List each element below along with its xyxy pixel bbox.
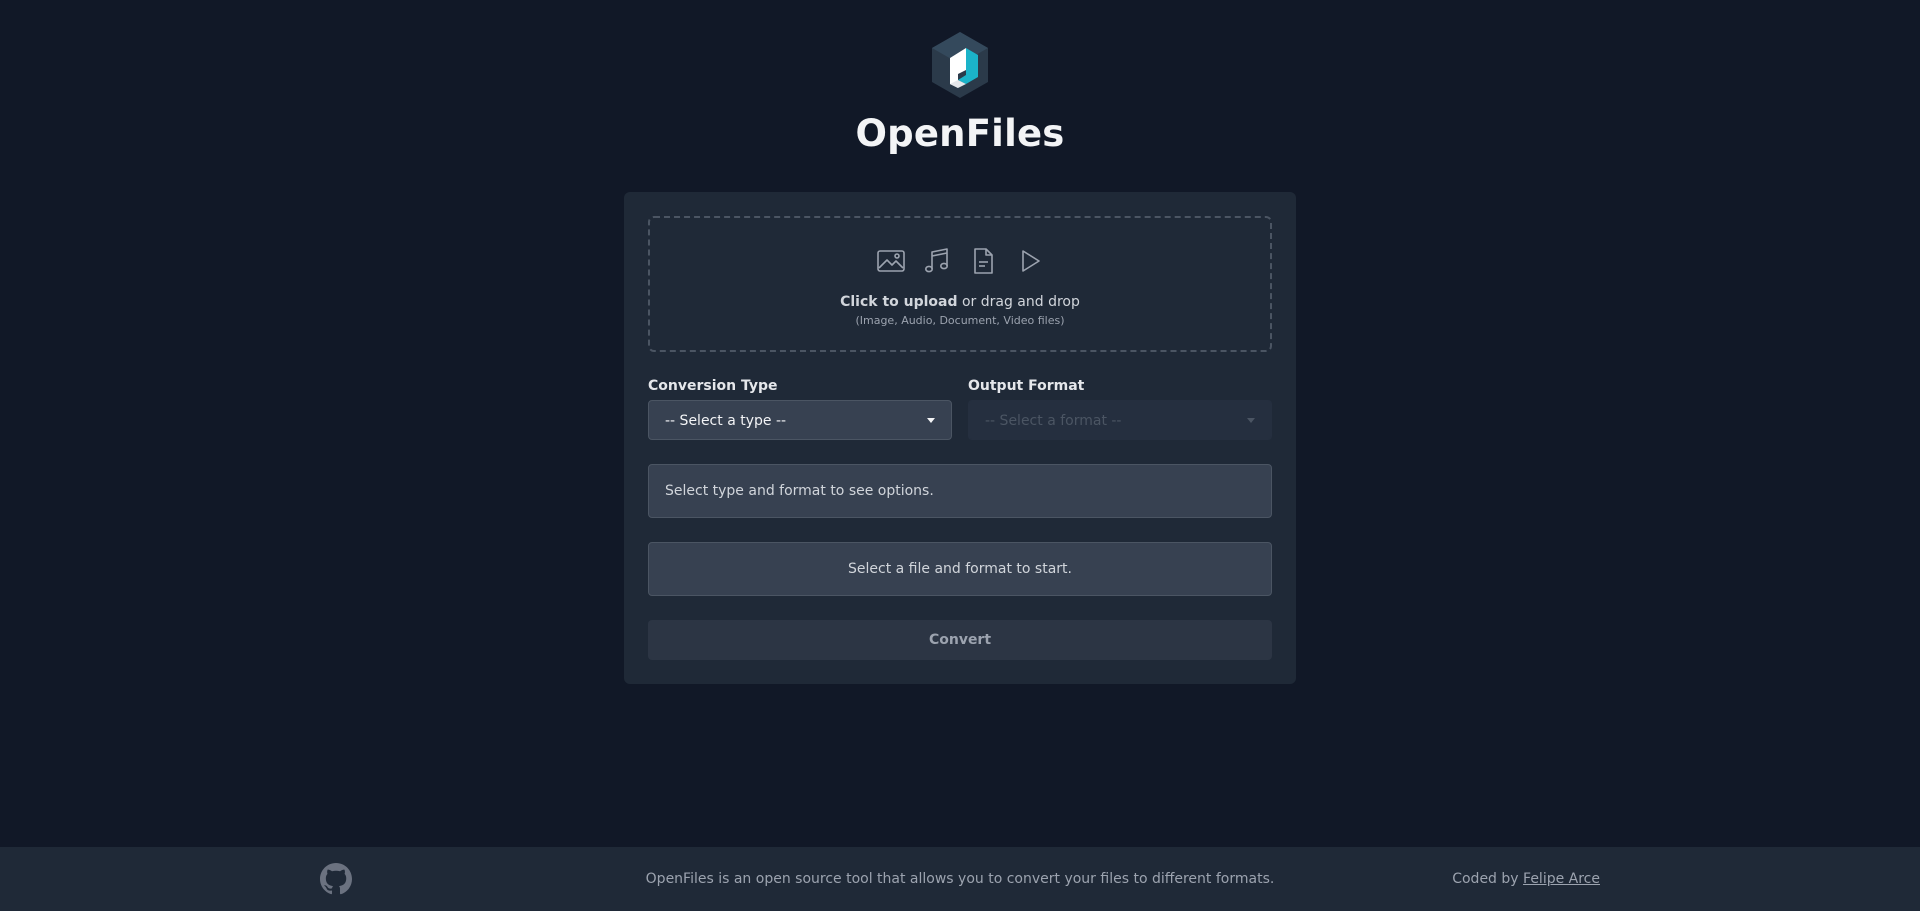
document-icon <box>974 248 993 274</box>
convert-button[interactable]: Convert <box>648 620 1272 660</box>
app-title: OpenFiles <box>855 112 1065 155</box>
music-icon <box>924 248 948 273</box>
conversion-type-select[interactable]: -- Select a type -- <box>648 400 952 440</box>
chevron-down-icon <box>1247 418 1255 423</box>
page: OpenFiles Click to upload or drag and dr… <box>0 0 1920 911</box>
conversion-type-value: -- Select a type -- <box>665 413 787 429</box>
status-message: Select a file and format to start. <box>648 542 1272 596</box>
image-icon <box>877 250 905 272</box>
file-type-icons <box>650 246 1270 276</box>
output-format-value: -- Select a format -- <box>985 413 1122 429</box>
file-dropzone[interactable]: Click to upload or drag and drop (Image,… <box>648 216 1272 352</box>
footer: OpenFiles is an open source tool that al… <box>0 847 1920 911</box>
footer-credit: Coded by Felipe Arce <box>1452 871 1600 887</box>
header: OpenFiles <box>0 30 1920 155</box>
author-link[interactable]: Felipe Arce <box>1523 871 1600 887</box>
chevron-down-icon <box>927 418 935 423</box>
output-format-select[interactable]: -- Select a format -- <box>968 400 1272 440</box>
upload-instructions: Click to upload or drag and drop <box>650 294 1270 310</box>
play-icon <box>1022 250 1040 272</box>
openfiles-logo-icon <box>932 32 988 98</box>
options-panel: Select type and format to see options. <box>648 464 1272 518</box>
footer-description: OpenFiles is an open source tool that al… <box>645 871 1275 887</box>
credit-prefix: Coded by <box>1452 871 1524 887</box>
converter-card: Click to upload or drag and drop (Image,… <box>624 192 1296 684</box>
conversion-type-label: Conversion Type <box>648 378 778 394</box>
drag-drop-text: or drag and drop <box>957 294 1080 310</box>
output-format-label: Output Format <box>968 378 1085 394</box>
upload-hint: (Image, Audio, Document, Video files) <box>855 314 1065 327</box>
click-to-upload-text[interactable]: Click to upload <box>840 294 957 310</box>
